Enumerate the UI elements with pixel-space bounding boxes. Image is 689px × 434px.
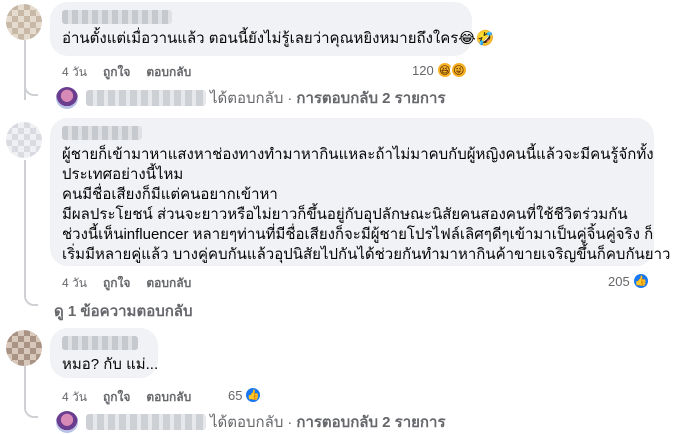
- author-name-blurred[interactable]: [62, 126, 142, 140]
- comment-text: หมอ? กับ แม่...: [62, 355, 159, 375]
- like-button[interactable]: ถูกใจ: [103, 274, 130, 293]
- reply-button[interactable]: ตอบกลับ: [146, 388, 191, 407]
- reaction-count: 205: [608, 273, 630, 289]
- comment-bubble: หมอ? กับ แม่...: [50, 328, 158, 378]
- separator: ·: [287, 89, 293, 107]
- reaction-summary[interactable]: 65 👍: [228, 386, 263, 404]
- comment-time[interactable]: 4 วัน: [62, 63, 87, 82]
- comment-bubble: ผู้ชายก็เข้ามาหาแสงหาช่องทางทำมาหากินแหล…: [50, 118, 671, 266]
- comment-actions: 4 วัน ถูกใจ ตอบกลับ: [62, 388, 207, 407]
- thread-line: [24, 160, 26, 295]
- comment-line: อ่านตั้งแต่เมื่อวานแล้ว ตอนนี้ยังไม่รู้เ…: [62, 30, 495, 47]
- avatar[interactable]: [6, 330, 42, 366]
- thread-curve: [24, 80, 38, 96]
- reply-button[interactable]: ตอบกลับ: [146, 274, 191, 293]
- comment-line: ผู้ชายก็เข้ามาหาแสงหาช่องทางทำมาหากินแหล…: [62, 146, 654, 163]
- replied-label: ได้ตอบกลับ: [210, 90, 284, 107]
- replied-label: ได้ตอบกลับ: [210, 414, 284, 431]
- comment-line: คนมีชื่อเสียงก็มีแต่คนอยากเข้าหา: [62, 186, 278, 203]
- reply-count: การตอบกลับ 2 รายการ: [296, 414, 446, 431]
- reaction-summary[interactable]: 120 😆 😜: [412, 61, 468, 79]
- like-button[interactable]: ถูกใจ: [103, 388, 130, 407]
- replier-name-blurred: [86, 90, 206, 106]
- reaction-count: 120: [412, 62, 434, 78]
- thread-curve: [24, 392, 38, 418]
- like-icon: 👍: [244, 386, 263, 404]
- laugh-tongue-icon: 😜: [449, 61, 468, 79]
- reply-summary-row[interactable]: ได้ตอบกลับ · การตอบกลับ 2 รายการ: [56, 410, 446, 434]
- comment-actions: 4 วัน ถูกใจ ตอบกลับ: [62, 274, 207, 293]
- author-name-blurred[interactable]: [62, 336, 138, 350]
- replier-avatar: [56, 411, 78, 433]
- avatar[interactable]: [6, 4, 42, 40]
- comment-time[interactable]: 4 วัน: [62, 274, 87, 293]
- comment-text: ผู้ชายก็เข้ามาหาแสงหาช่องทางทำมาหากินแหล…: [62, 145, 671, 265]
- avatar[interactable]: [6, 122, 42, 158]
- replier-name-blurred: [86, 414, 206, 430]
- comment-line: หมอ? กับ แม่...: [62, 356, 159, 373]
- replier-avatar: [56, 87, 78, 109]
- reaction-count: 65: [228, 387, 243, 403]
- comment-line: มีผลประโยชน์ ส่วนจะยาวหรือไม่ยาวก็ขึ้นอย…: [62, 206, 628, 223]
- reply-count: การตอบกลับ 2 รายการ: [296, 90, 446, 107]
- comment-bubble: อ่านตั้งแต่เมื่อวานแล้ว ตอนนี้ยังไม่รู้เ…: [50, 2, 495, 56]
- reaction-summary[interactable]: 205 👍: [608, 272, 650, 290]
- like-icon: 👍: [631, 272, 650, 290]
- view-more-replies-link[interactable]: ดู 1 ข้อความตอบกลับ: [54, 299, 193, 323]
- like-button[interactable]: ถูกใจ: [103, 63, 130, 82]
- reply-summary-row[interactable]: ได้ตอบกลับ · การตอบกลับ 2 รายการ: [56, 86, 446, 110]
- thread-curve: [24, 280, 38, 306]
- comment-text: อ่านตั้งแต่เมื่อวานแล้ว ตอนนี้ยังไม่รู้เ…: [62, 29, 495, 49]
- comment-line: เริ่มมีหลายคู่แล้ว บางคู่คบกันแล้วอุปนิส…: [62, 246, 671, 263]
- separator: ·: [287, 413, 293, 431]
- comment-line: ประเทศอย่างนี้ไหม: [62, 166, 184, 183]
- comment-time[interactable]: 4 วัน: [62, 388, 87, 407]
- reply-button[interactable]: ตอบกลับ: [146, 63, 191, 82]
- comment-line: ช่วงนี้เห็นinfluencer หลายๆท่านที่มีชื่อ…: [62, 226, 654, 243]
- author-name-blurred[interactable]: [62, 10, 172, 24]
- comment-actions: 4 วัน ถูกใจ ตอบกลับ: [62, 63, 207, 82]
